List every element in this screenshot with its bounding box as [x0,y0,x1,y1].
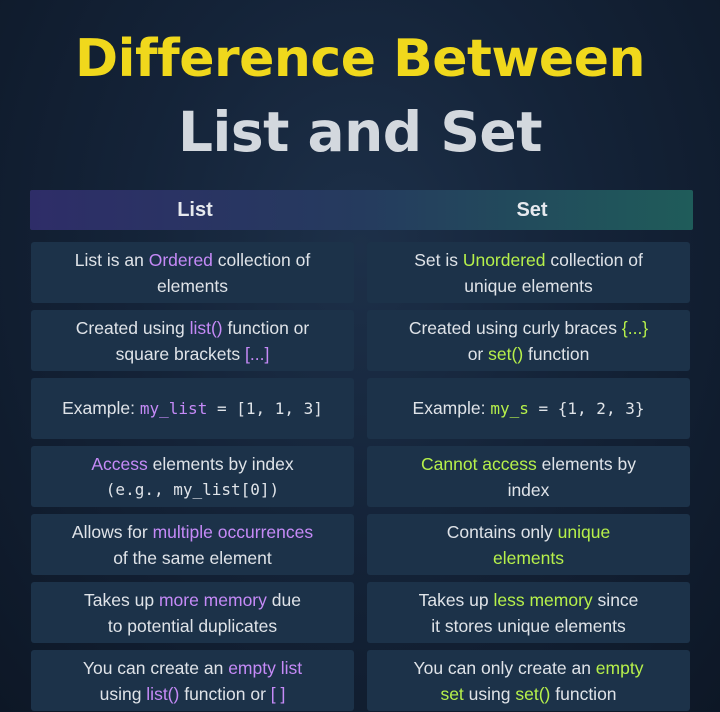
text: You can only create an [413,657,596,678]
text: of the same element [113,547,272,568]
highlight: more memory [158,589,267,610]
text: Created using [75,317,190,338]
text: using [99,683,147,704]
text: You can create an [82,657,229,678]
code-highlight: my_list [139,399,208,418]
set-cell-creation: Created using curly braces {...} or set(… [367,310,690,371]
text: Example: [412,398,491,418]
text: using [463,683,516,704]
text: unique elements [464,275,593,296]
list-cell-access: Access elements by index (e.g., my_list[… [31,446,354,507]
table-header: List Set [30,190,693,230]
set-cell-access: Cannot access elements by index [367,446,690,507]
highlight: empty [595,657,644,678]
highlight: [ ] [270,683,286,704]
text: function [550,683,617,704]
text: since [592,589,639,610]
text: Contains only [446,521,558,542]
text: Takes up [84,589,159,610]
highlight: empty list [228,657,303,678]
text: or [467,343,489,364]
text: elements by index [147,453,294,474]
header-set: Set [516,199,548,221]
set-cell-ordering: Set is Unordered collection of unique el… [367,242,690,303]
list-cell-example: Example: my_list = [1, 1, 3] [31,378,354,439]
text: square brackets [115,343,246,364]
list-cell-duplicates: Allows for multiple occurrences of the s… [31,514,354,575]
highlight: elements [492,547,564,568]
set-cell-empty: You can only create an empty set using s… [367,650,690,711]
text: List is an [74,249,149,270]
highlight: Unordered [462,249,546,270]
set-cell-duplicates: Contains only unique elements [367,514,690,575]
text: Example: [62,398,140,418]
title-line-1: Difference Between [75,29,645,89]
highlight: Access [91,453,148,474]
text: function or [179,683,271,704]
highlight: Ordered [148,249,213,270]
highlight: [...] [245,343,270,364]
title-line-2: List and Set [177,100,543,164]
text: Created using curly braces [408,317,622,338]
highlight: Cannot access [421,453,537,474]
header-list: List [177,199,213,221]
highlight: less memory [493,589,593,610]
text: Takes up [418,589,494,610]
highlight: set() [515,683,551,704]
highlight: list() [146,683,180,704]
list-cell-ordering: List is an Ordered collection of element… [31,242,354,303]
highlight: set [440,683,464,704]
highlight: multiple occurrences [152,521,314,542]
text: due [266,589,301,610]
list-cell-creation: Created using list() function or square … [31,310,354,371]
text: function or [222,317,310,338]
code-highlight: my_s [490,399,529,418]
highlight: {...} [621,317,649,338]
text: elements by [536,453,636,474]
text: to potential duplicates [107,615,278,636]
code: = {1, 2, 3} [528,399,645,418]
text: it stores unique elements [431,615,626,636]
text: collection of [212,249,311,270]
text: collection of [545,249,643,270]
code: = [1, 1, 3] [207,399,323,418]
set-cell-memory: Takes up less memory since it stores uni… [367,582,690,643]
list-cell-memory: Takes up more memory due to potential du… [31,582,354,643]
text: Set is [414,249,463,270]
text: Allows for [71,521,153,542]
highlight: list() [189,317,223,338]
highlight: set() [488,343,524,364]
list-cell-empty: You can create an empty list using list(… [31,650,354,711]
text: elements [156,275,228,296]
code: (e.g., my_list[0]) [105,479,280,499]
highlight: unique [557,521,611,542]
text: index [507,479,550,500]
set-cell-example: Example: my_s = {1, 2, 3} [367,378,690,439]
text: function [523,343,590,364]
